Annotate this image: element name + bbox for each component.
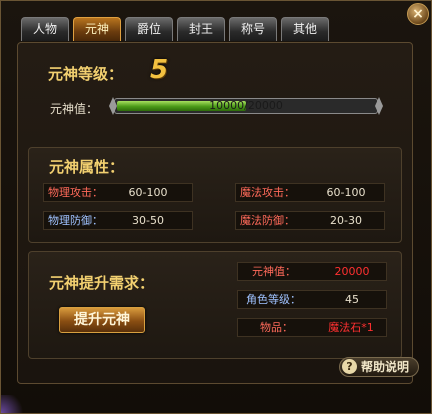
stat-key: 魔法防御： — [240, 214, 295, 227]
stat-value: 60-100 — [326, 186, 366, 199]
req-role-level: 角色等级： 45 — [237, 290, 387, 309]
req-item: 物品： 魔法石*1 — [237, 318, 387, 337]
req-key: 角色等级： — [246, 293, 301, 306]
req-value: 魔法石*1 — [328, 321, 374, 334]
spirit-window: × 人物 元神 爵位 封王 称号 其他 元神等级： 5 元神值： 10000/2… — [0, 0, 432, 414]
stat-value: 20-30 — [330, 214, 362, 227]
tab-spirit[interactable]: 元神 — [73, 17, 121, 41]
corner-ornament — [1, 395, 27, 413]
stat-key: 物理防御： — [48, 214, 103, 227]
upgrade-spirit-button[interactable]: 提升元神 — [59, 307, 145, 333]
tab-other[interactable]: 其他 — [281, 17, 329, 41]
req-key: 元神值： — [252, 265, 296, 278]
req-spirit-value: 元神值： 20000 — [237, 262, 387, 281]
tab-rank[interactable]: 爵位 — [125, 17, 173, 41]
tab-title[interactable]: 称号 — [229, 17, 277, 41]
stat-magic-attack: 魔法攻击： 60-100 — [235, 183, 385, 202]
tab-king[interactable]: 封王 — [177, 17, 225, 41]
stat-key: 魔法攻击： — [240, 186, 295, 199]
requirements-title: 元神提升需求： — [49, 274, 155, 292]
stat-value: 60-100 — [128, 186, 168, 199]
req-value: 45 — [345, 293, 359, 306]
spirit-level-label: 元神等级： — [48, 65, 124, 83]
help-button[interactable]: ? 帮助说明 — [339, 357, 419, 377]
req-key: 物品： — [260, 321, 293, 334]
help-icon: ? — [342, 359, 357, 374]
stat-physical-defense: 物理防御： 30-50 — [43, 211, 193, 230]
spirit-value-label: 元神值： — [50, 102, 99, 116]
req-value: 20000 — [334, 265, 370, 278]
requirements-panel: 元神提升需求： 提升元神 元神值： 20000 角色等级： 45 物品： 魔法石… — [28, 251, 402, 359]
help-label: 帮助说明 — [361, 360, 410, 374]
tab-character[interactable]: 人物 — [21, 17, 69, 41]
stat-key: 物理攻击： — [48, 186, 103, 199]
stat-physical-attack: 物理攻击： 60-100 — [43, 183, 193, 202]
stat-value: 30-50 — [132, 214, 164, 227]
spirit-panel: 元神等级： 5 元神值： 10000/20000 元神属性： 物理攻击： 60-… — [17, 42, 413, 384]
attributes-panel: 元神属性： 物理攻击： 60-100 魔法攻击： 60-100 物理防御： 30… — [28, 147, 402, 243]
spirit-level-value: 5 — [150, 55, 169, 85]
close-icon[interactable]: × — [407, 3, 429, 25]
stat-magic-defense: 魔法防御： 20-30 — [235, 211, 385, 230]
spirit-progress-bar: 10000/20000 — [109, 97, 383, 115]
spirit-progress-text: 10000/20000 — [209, 99, 283, 112]
attributes-title: 元神属性： — [49, 158, 125, 176]
